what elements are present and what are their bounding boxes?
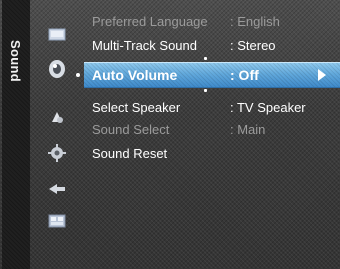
tv-osd-screen: Sound Preferred Language : English Multi…	[0, 0, 340, 269]
sound-icon[interactable]	[44, 58, 70, 80]
menu-item-value: : English	[230, 13, 280, 29]
menu-item-label: Auto Volume	[92, 67, 178, 83]
menu-item-value: : Off	[230, 67, 259, 83]
menu-item-label: Select Speaker	[92, 99, 181, 115]
category-icon-column	[44, 0, 74, 269]
channel-icon[interactable]	[44, 106, 70, 128]
menu-item-value: : Main	[230, 121, 266, 137]
separator-dot	[204, 89, 207, 92]
menu-item-sound-reset[interactable]: Sound Reset	[84, 142, 340, 164]
application-icon[interactable]	[44, 210, 70, 232]
menu-item-value: : Stereo	[230, 37, 276, 53]
selection-marker	[76, 73, 80, 77]
sound-menu: Preferred Language : English Multi-Track…	[84, 0, 340, 269]
picture-icon[interactable]	[44, 24, 70, 46]
sound-tab[interactable]: Sound	[2, 0, 30, 269]
menu-item-auto-volume[interactable]: Auto Volume : Off	[84, 62, 340, 88]
tab-label: Sound	[8, 40, 23, 82]
menu-item-label: Sound Select	[92, 121, 170, 137]
menu-item-sound-select: Sound Select : Main	[84, 118, 340, 140]
menu-item-preferred-language: Preferred Language : English	[84, 10, 340, 32]
menu-item-label: Multi-Track Sound	[92, 37, 197, 53]
menu-item-multi-track-sound[interactable]: Multi-Track Sound : Stereo	[84, 34, 340, 56]
separator-dot	[204, 57, 207, 60]
setup-icon[interactable]	[44, 142, 70, 164]
menu-item-label: Preferred Language	[92, 13, 208, 29]
menu-item-value: : TV Speaker	[230, 99, 306, 115]
menu-item-select-speaker[interactable]: Select Speaker : TV Speaker	[84, 96, 340, 118]
menu-item-label: Sound Reset	[92, 145, 168, 161]
input-icon[interactable]	[44, 178, 70, 200]
submenu-arrow-icon	[318, 69, 326, 81]
